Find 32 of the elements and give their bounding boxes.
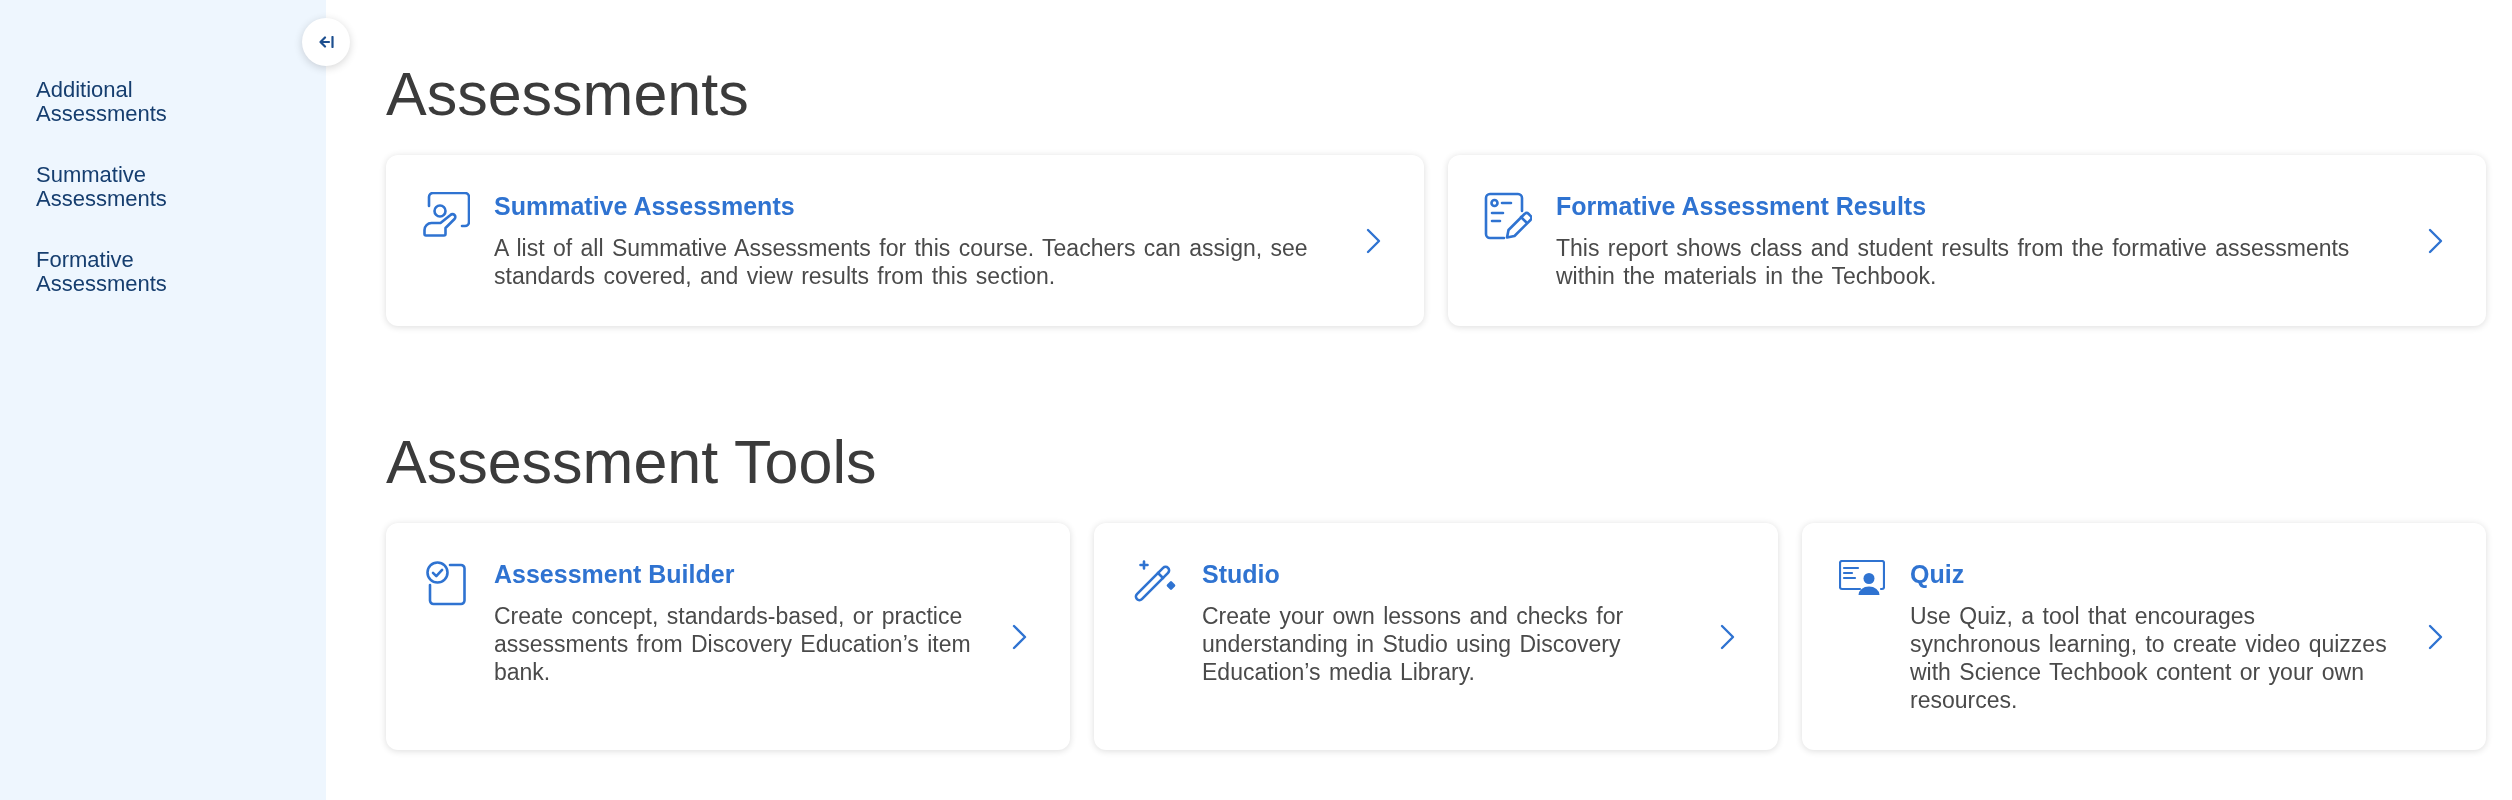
chevron-right-icon [2427, 227, 2444, 254]
chevron-right-icon [2427, 623, 2444, 650]
arrow-to-bar-left-icon [318, 36, 334, 48]
card-description: Use Quiz, a tool that encourages synchronous learning, to create video quizzes with Science Techbook content or your own resources. [1910, 602, 2388, 714]
chevron-right-icon [1719, 623, 1736, 650]
card-description: Create concept, standards-based, or practice assessments from Discovery Education’s item bank. [494, 602, 972, 686]
card-title: Summative Assessments [494, 191, 795, 221]
tool-card[interactable]: Quiz Use Quiz, a tool that encourages synchronous learning, to create video quizzes with Science Techbook content or your own resources. [1802, 523, 2486, 750]
section-heading: Assessments [386, 59, 749, 130]
section-heading: Assessment Tools [386, 427, 877, 498]
card-title: Studio [1202, 559, 1280, 589]
tool-card[interactable]: Formative Assessment Results This report shows class and student results from the formative assessments within the materials in the Techbook. [1448, 155, 2486, 326]
card-description: Create your own lessons and checks for understanding in Studio using Discovery Education’s media Library. [1202, 602, 1625, 686]
check-document-icon [425, 560, 467, 606]
card-title: Quiz [1910, 559, 1965, 589]
card-description: This report shows class and student results from the formative assessments within the materials in the Techbook. [1556, 234, 2351, 290]
card-title: Formative Assessment Results [1556, 191, 1927, 221]
sidebar-link[interactable]: Additional Assessments [36, 78, 167, 126]
person-board-icon [422, 192, 470, 237]
card-title: Assessment Builder [494, 559, 735, 589]
document-pencil-icon [1484, 192, 1532, 240]
sidebar-link[interactable]: Summative Assessments [36, 163, 167, 211]
tool-card[interactable]: Assessment Builder Create concept, standards-based, or practice assessments from Discovery Education’s item bank. [386, 523, 1070, 750]
sidebar-link[interactable]: Formative Assessments [36, 248, 167, 296]
person-screen-icon [1839, 560, 1885, 596]
tool-card[interactable]: Studio Create your own lessons and checks for understanding in Studio using Discovery Education’s media Library. [1094, 523, 1778, 750]
tool-card[interactable]: Summative Assessments A list of all Summative Assessments for this course. Teachers can assign, see standards covered, and view results from this section. [386, 155, 1424, 326]
chevron-right-icon [1011, 623, 1028, 650]
card-description: A list of all Summative Assessments for this course. Teachers can assign, see standards covered, and view results from this section. [494, 234, 1309, 290]
magic-wand-icon [1132, 560, 1176, 603]
chevron-right-icon [1365, 227, 1382, 254]
collapse-sidebar-button[interactable] [302, 18, 350, 66]
